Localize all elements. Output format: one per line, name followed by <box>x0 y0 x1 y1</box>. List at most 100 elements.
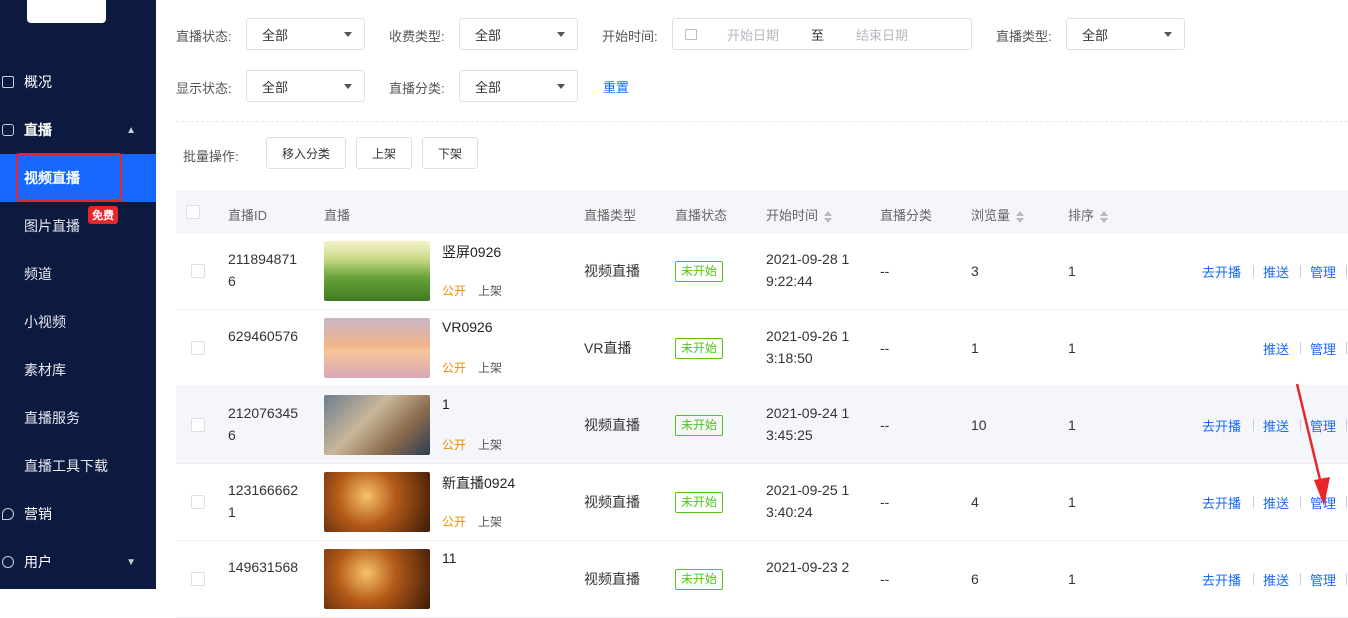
fee-type-label: 收费类型: <box>389 29 445 44</box>
start-time: 2021-09-25 1 3:40:24 <box>766 482 850 520</box>
table-row[interactable]: 123166662 1 新直播0924 公开 上架 视频直播 未开始 2021-0… <box>176 464 1348 541</box>
push-link[interactable]: 推送 <box>1263 570 1289 589</box>
nav-overview[interactable]: 概况 <box>0 58 156 106</box>
start-time: 2021-09-26 1 3:18:50 <box>766 328 850 366</box>
live-category: -- <box>880 494 890 510</box>
sidebar-item-live-service[interactable]: 直播服务 <box>0 394 156 442</box>
action-separator <box>1253 265 1254 277</box>
nav-users[interactable]: 用户 ▼ <box>0 538 156 586</box>
date-range-picker[interactable]: 开始日期 至 结束日期 <box>672 18 972 50</box>
manage-link[interactable]: 管理 <box>1310 339 1336 358</box>
public-tag: 公开 <box>442 361 467 375</box>
live-title[interactable]: 竖屏0926 <box>442 242 501 262</box>
tag-icon <box>2 508 14 520</box>
move-category-button[interactable]: 移入分类 <box>266 137 346 169</box>
th-live: 直播 <box>324 208 351 223</box>
row-checkbox[interactable] <box>191 572 205 586</box>
live-status-select[interactable]: 全部 <box>246 18 365 50</box>
live-category: -- <box>880 340 890 356</box>
row-checkbox[interactable] <box>191 418 205 432</box>
go-live-link[interactable]: 去开播 <box>1202 570 1241 589</box>
action-separator <box>1300 573 1301 585</box>
sort-icon[interactable] <box>824 210 833 223</box>
live-icon <box>2 124 14 136</box>
live-thumbnail[interactable] <box>324 472 430 532</box>
fee-type-select[interactable]: 全部 <box>459 18 578 50</box>
live-thumbnail[interactable] <box>324 241 430 301</box>
caret-down-icon <box>344 84 352 89</box>
nav-marketing[interactable]: 营销 <box>0 490 156 538</box>
caret-down-icon <box>1164 32 1172 37</box>
push-link[interactable]: 推送 <box>1263 262 1289 281</box>
sidebar-item-tool-download[interactable]: 直播工具下载 <box>0 442 156 490</box>
action-separator <box>1346 342 1347 354</box>
shelf-off-button[interactable]: 下架 <box>422 137 478 169</box>
shelf-on-button[interactable]: 上架 <box>356 137 412 169</box>
th-category: 直播分类 <box>880 208 933 223</box>
table-row[interactable]: 629460576 VR0926 公开 上架 VR直播 未开始 2021-09-… <box>176 310 1348 387</box>
manage-link[interactable]: 管理 <box>1310 570 1336 589</box>
go-live-link[interactable]: 去开播 <box>1202 262 1241 281</box>
live-category: -- <box>880 571 890 587</box>
live-type: 视频直播 <box>584 417 640 433</box>
live-category: -- <box>880 417 890 433</box>
sidebar-item-short-video[interactable]: 小视频 <box>0 298 156 346</box>
sidebar-item-channel[interactable]: 频道 <box>0 250 156 298</box>
table-row[interactable]: 212076345 6 1 公开 上架 视频直播 未开始 2021-09-24 1… <box>176 387 1348 464</box>
table-row[interactable]: 211894871 6 竖屏0926 公开 上架 视频直播 未开始 2021-09… <box>176 233 1348 310</box>
go-live-link[interactable]: 去开播 <box>1202 416 1241 435</box>
th-views[interactable]: 浏览量 <box>971 205 1025 224</box>
sort-order: 1 <box>1068 263 1076 279</box>
display-status-select[interactable]: 全部 <box>246 70 365 102</box>
live-thumbnail[interactable] <box>324 549 430 609</box>
push-link[interactable]: 推送 <box>1263 339 1289 358</box>
action-separator <box>1300 342 1301 354</box>
sort-order: 1 <box>1068 494 1076 510</box>
start-time: 2021-09-28 1 9:22:44 <box>766 251 850 289</box>
push-link[interactable]: 推送 <box>1263 416 1289 435</box>
live-type-select[interactable]: 全部 <box>1066 18 1185 50</box>
select-all-checkbox[interactable] <box>186 205 200 219</box>
reset-link[interactable]: 重置 <box>603 77 629 96</box>
action-separator <box>1346 419 1347 431</box>
row-checkbox[interactable] <box>191 341 205 355</box>
live-title[interactable]: VR0926 <box>442 319 493 335</box>
user-icon <box>2 556 14 568</box>
view-count: 3 <box>971 263 979 279</box>
row-checkbox[interactable] <box>191 495 205 509</box>
start-date-input[interactable]: 开始日期 <box>727 25 779 44</box>
view-count: 1 <box>971 340 979 356</box>
sidebar-item-material[interactable]: 素材库 <box>0 346 156 394</box>
category-label: 直播分类: <box>389 81 445 96</box>
push-link[interactable]: 推送 <box>1263 493 1289 512</box>
logo <box>27 0 106 23</box>
category-select[interactable]: 全部 <box>459 70 578 102</box>
nav-live[interactable]: 直播 ▲ <box>0 106 156 154</box>
live-type: 视频直播 <box>584 494 640 510</box>
table-row[interactable]: 149631568 11 视频直播 未开始 2021-09-23 2 -- 6 … <box>176 541 1348 618</box>
action-separator <box>1253 496 1254 508</box>
live-title[interactable]: 新直播0924 <box>442 473 515 493</box>
row-checkbox[interactable] <box>191 264 205 278</box>
end-date-input[interactable]: 结束日期 <box>856 25 908 44</box>
public-tag: 公开 <box>442 284 467 298</box>
live-thumbnail[interactable] <box>324 395 430 455</box>
action-separator <box>1346 265 1347 277</box>
th-start-time[interactable]: 开始时间 <box>766 205 833 224</box>
start-time-label: 开始时间: <box>602 29 658 44</box>
sort-order: 1 <box>1068 571 1076 587</box>
live-thumbnail[interactable] <box>324 318 430 378</box>
th-order[interactable]: 排序 <box>1068 205 1109 224</box>
dashboard-icon <box>2 76 14 88</box>
sort-order: 1 <box>1068 340 1076 356</box>
sort-icon[interactable] <box>1100 210 1109 223</box>
live-title[interactable]: 11 <box>442 550 457 566</box>
live-type: 视频直播 <box>584 263 640 279</box>
sidebar-item-photo-live[interactable]: 图片直播 <box>0 202 156 250</box>
live-title[interactable]: 1 <box>442 396 450 412</box>
go-live-link[interactable]: 去开播 <box>1202 493 1241 512</box>
highlight-box <box>16 153 122 201</box>
action-separator <box>1300 265 1301 277</box>
sort-icon[interactable] <box>1016 210 1025 223</box>
manage-link[interactable]: 管理 <box>1310 262 1336 281</box>
